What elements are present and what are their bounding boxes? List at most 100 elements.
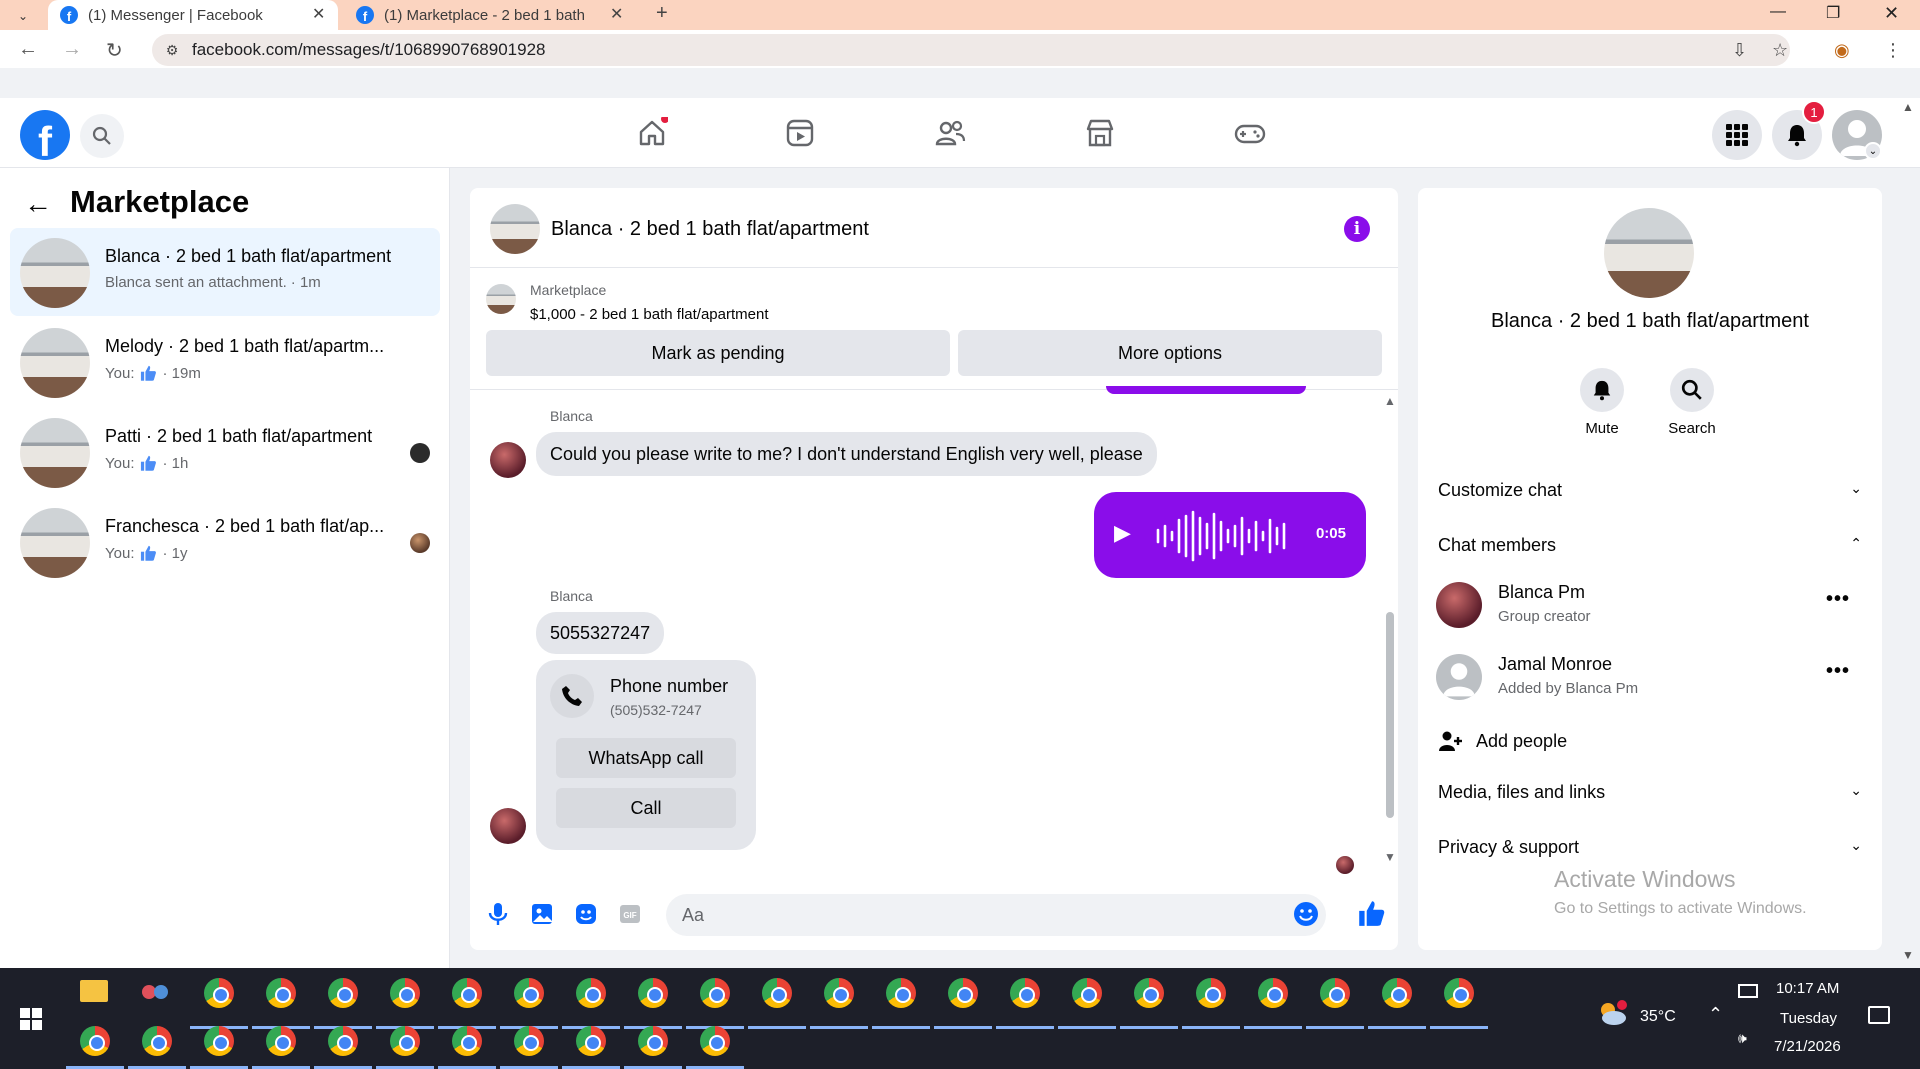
- chrome-taskbar-icon[interactable]: [638, 978, 668, 1008]
- message-input[interactable]: Aa: [666, 894, 1326, 936]
- sender-avatar[interactable]: [490, 442, 526, 478]
- chrome-taskbar-icon[interactable]: [700, 978, 730, 1008]
- install-app-icon[interactable]: ⇩: [1732, 40, 1747, 61]
- search-action[interactable]: Search: [1642, 368, 1742, 437]
- message-bubble[interactable]: Could you please write to me? I don't un…: [536, 432, 1157, 476]
- back-icon[interactable]: ←: [18, 38, 38, 61]
- chrome-taskbar-icon[interactable]: [452, 1026, 482, 1056]
- clock-date[interactable]: 7/21/2026: [1774, 1038, 1841, 1055]
- listing-avatar-large[interactable]: [1604, 208, 1694, 298]
- scroll-up-icon[interactable]: ▲: [1384, 394, 1396, 408]
- close-window-icon[interactable]: ✕: [1884, 3, 1899, 24]
- more-options-button[interactable]: More options: [958, 330, 1382, 376]
- chrome-taskbar-icon[interactable]: [576, 1026, 606, 1056]
- sticker-icon[interactable]: [572, 900, 600, 928]
- member-options-icon[interactable]: •••: [1826, 588, 1850, 611]
- chrome-taskbar-icon[interactable]: [514, 1026, 544, 1056]
- marketplace-icon[interactable]: [1084, 117, 1116, 149]
- chrome-taskbar-icon[interactable]: [452, 978, 482, 1008]
- search-icon[interactable]: [1670, 368, 1714, 412]
- home-icon[interactable]: [636, 115, 669, 149]
- restore-icon[interactable]: ❐: [1826, 3, 1840, 23]
- chrome-taskbar-icon[interactable]: [204, 1026, 234, 1056]
- member-avatar[interactable]: [1436, 582, 1482, 628]
- friends-icon[interactable]: [934, 117, 966, 149]
- voice-message[interactable]: ▶ 0:05: [1094, 492, 1366, 578]
- chrome-taskbar-icon[interactable]: [638, 1026, 668, 1056]
- conversation-item[interactable]: Patti · 2 bed 1 bath flat/apartment You: ·…: [10, 408, 440, 496]
- tray-expand-icon[interactable]: ⌃: [1708, 1004, 1723, 1025]
- chrome-taskbar-icon[interactable]: [328, 1026, 358, 1056]
- listing-thumbnail[interactable]: [486, 284, 516, 314]
- fb-search-button[interactable]: [80, 114, 124, 158]
- mark-as-pending-button[interactable]: Mark as pending: [486, 330, 950, 376]
- add-people-button[interactable]: Add people: [1438, 726, 1567, 756]
- chrome-taskbar-icon[interactable]: [1196, 978, 1226, 1008]
- member-row[interactable]: Jamal Monroe Added by Blanca Pm •••: [1436, 650, 1860, 706]
- tab-search-dropdown-icon[interactable]: ⌄: [10, 5, 36, 27]
- listing-price-title[interactable]: $1,000 - 2 bed 1 bath flat/apartment: [530, 306, 769, 323]
- page-scroll-up-icon[interactable]: ▲: [1902, 100, 1914, 114]
- network-icon[interactable]: [1738, 984, 1758, 998]
- chrome-taskbar-icon[interactable]: [824, 978, 854, 1008]
- clock-day[interactable]: Tuesday: [1780, 1010, 1837, 1027]
- conversation-item[interactable]: Franchesca · 2 bed 1 bath flat/ap... You:…: [10, 498, 440, 586]
- play-icon[interactable]: ▶: [1114, 520, 1131, 546]
- menu-kebab-icon[interactable]: ⋮: [1884, 40, 1902, 61]
- close-tab-icon[interactable]: ✕: [312, 4, 325, 24]
- chrome-taskbar-icon[interactable]: [1072, 978, 1102, 1008]
- file-explorer-icon[interactable]: [80, 980, 108, 1002]
- gaming-icon[interactable]: [1234, 117, 1266, 149]
- chrome-taskbar-icon[interactable]: [1010, 978, 1040, 1008]
- page-scroll-down-icon[interactable]: ▼: [1902, 948, 1914, 962]
- message-bubble[interactable]: 5055327247: [536, 612, 665, 654]
- chrome-taskbar-icon[interactable]: [700, 1026, 730, 1056]
- chrome-taskbar-icon[interactable]: [390, 1026, 420, 1056]
- back-arrow-icon[interactable]: ←: [24, 188, 52, 220]
- chrome-taskbar-icon[interactable]: [1444, 978, 1474, 1008]
- new-tab-icon[interactable]: +: [656, 2, 668, 25]
- minimize-icon[interactable]: —: [1770, 3, 1786, 21]
- chrome-taskbar-icon[interactable]: [204, 978, 234, 1008]
- bell-icon[interactable]: [1580, 368, 1624, 412]
- member-avatar[interactable]: [1436, 654, 1482, 700]
- chrome-taskbar-icon[interactable]: [762, 978, 792, 1008]
- media-files-links-section[interactable]: Media, files and links ⌄: [1438, 782, 1862, 803]
- privacy-support-section[interactable]: Privacy & support ⌄: [1438, 837, 1862, 858]
- tab-marketplace[interactable]: f (1) Marketplace - 2 bed 1 bath: [344, 0, 634, 30]
- account-chevron-icon[interactable]: ⌄: [1864, 142, 1882, 160]
- info-icon[interactable]: i: [1344, 216, 1370, 242]
- chat-title[interactable]: Blanca · 2 bed 1 bath flat/apartment: [551, 218, 869, 241]
- clock-time[interactable]: 10:17 AM: [1776, 980, 1839, 997]
- chat-scrollbar[interactable]: ▲ ▼: [1384, 394, 1396, 868]
- scrollbar-thumb[interactable]: [1386, 612, 1394, 818]
- close-tab-icon[interactable]: ✕: [610, 4, 623, 24]
- chat-members-section[interactable]: Chat members ⌃: [1438, 535, 1862, 556]
- chrome-taskbar-icon[interactable]: [266, 1026, 296, 1056]
- chrome-taskbar-icon[interactable]: [80, 1026, 110, 1056]
- listing-avatar[interactable]: [490, 204, 540, 254]
- chrome-taskbar-icon[interactable]: [1258, 978, 1288, 1008]
- thumbs-up-icon[interactable]: [1356, 898, 1385, 926]
- chrome-taskbar-icon[interactable]: [1134, 978, 1164, 1008]
- whatsapp-call-button[interactable]: WhatsApp call: [556, 738, 736, 778]
- member-options-icon[interactable]: •••: [1826, 660, 1850, 683]
- chrome-taskbar-icon[interactable]: [390, 978, 420, 1008]
- site-settings-icon[interactable]: ⚙: [152, 42, 192, 59]
- reload-icon[interactable]: ↻: [106, 38, 123, 63]
- profile-icon[interactable]: ◉: [1834, 40, 1850, 61]
- gif-icon[interactable]: GIF: [616, 900, 644, 928]
- mute-action[interactable]: Mute: [1552, 368, 1652, 437]
- tab-messenger[interactable]: f (1) Messenger | Facebook: [48, 0, 338, 30]
- sender-avatar[interactable]: [490, 808, 526, 844]
- chrome-taskbar-icon[interactable]: [576, 978, 606, 1008]
- member-row[interactable]: Blanca Pm Group creator •••: [1436, 578, 1860, 634]
- chrome-taskbar-icon[interactable]: [142, 1026, 172, 1056]
- chrome-taskbar-icon[interactable]: [1320, 978, 1350, 1008]
- call-button[interactable]: Call: [556, 788, 736, 828]
- chrome-taskbar-icon[interactable]: [948, 978, 978, 1008]
- chrome-taskbar-icon[interactable]: [886, 978, 916, 1008]
- conversation-item[interactable]: Melody · 2 bed 1 bath flat/apartm... You:…: [10, 318, 440, 406]
- notification-center-icon[interactable]: [1868, 1006, 1890, 1024]
- volume-icon[interactable]: 🕪: [1738, 1030, 1747, 1047]
